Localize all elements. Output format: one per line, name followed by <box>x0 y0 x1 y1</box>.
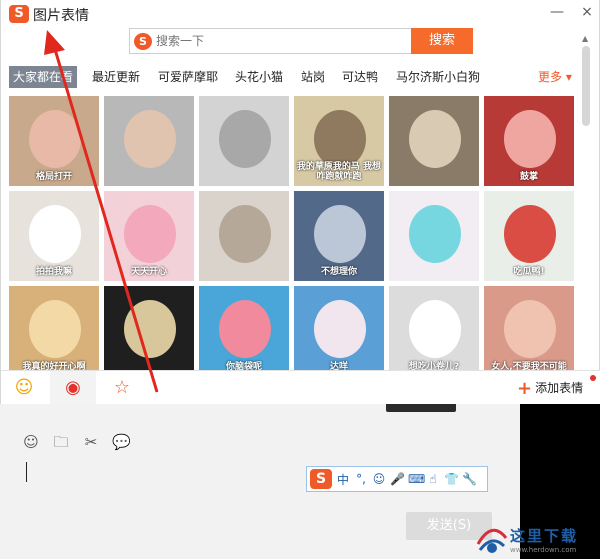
microphone-icon[interactable]: 🎤 <box>390 472 405 486</box>
tab-recent[interactable]: 最近更新 <box>92 66 140 88</box>
tab-maltese[interactable]: 马尔济斯小白狗 <box>396 66 480 88</box>
sticker-thumbnail[interactable]: 鼓掌 <box>484 96 574 186</box>
sticker-thumbnail[interactable]: 吃瓜鸭! <box>484 191 574 281</box>
sticker-grid: 格局打开 我的草原我的马 我想咋跑就咋跑鼓掌拍拍我嘛 天天开心 不想理你 吃瓜鸭! 我真的… <box>9 96 579 376</box>
sticker-figure <box>219 110 271 168</box>
sticker-figure <box>29 205 81 263</box>
sticker-figure <box>124 300 176 358</box>
sticker-tab-icon[interactable]: ◉ <box>50 371 96 405</box>
emoji-icon[interactable]: ☺ <box>372 472 386 486</box>
watermark-logo-icon <box>474 524 510 556</box>
sticker-thumbnail[interactable] <box>199 96 289 186</box>
sticker-thumbnail[interactable] <box>104 286 194 376</box>
sogou-logo-icon[interactable]: S <box>310 469 332 489</box>
sticker-thumbnail[interactable]: 格局打开 <box>9 96 99 186</box>
tab-flower-cat[interactable]: 头花小猫 <box>235 66 283 88</box>
sticker-thumbnail[interactable] <box>389 191 479 281</box>
add-sticker-button[interactable]: + 添加表情 <box>517 371 583 405</box>
chat-bubble-icon[interactable]: 💬 <box>112 433 131 451</box>
tab-guard[interactable]: 站岗 <box>301 66 325 88</box>
sticker-caption: 天天开心 <box>130 267 167 277</box>
keyboard-icon[interactable]: ⌨ <box>408 472 425 486</box>
wrench-icon[interactable]: 🔧 <box>462 472 477 486</box>
sticker-thumbnail[interactable]: 拍拍我嘛 <box>9 191 99 281</box>
emoji-tab-icon[interactable]: ☺ <box>1 371 47 405</box>
plus-icon: + <box>517 378 533 399</box>
favorites-star-icon[interactable]: ☆ <box>99 371 145 405</box>
sticker-thumbnail[interactable] <box>389 96 479 186</box>
sticker-figure <box>314 110 366 168</box>
text-cursor <box>26 462 27 482</box>
sticker-figure <box>409 205 461 263</box>
notification-dot <box>590 375 596 381</box>
window-title: 图片表情 <box>33 8 89 24</box>
sticker-thumbnail[interactable]: 达咩 <box>294 286 384 376</box>
sticker-thumbnail[interactable]: 我的草原我的马 我想咋跑就咋跑 <box>294 96 384 186</box>
sticker-figure <box>29 300 81 358</box>
sticker-figure <box>314 205 366 263</box>
category-tabs: 大家都在看 最近更新 可爱萨摩耶 头花小猫 站岗 可达鸭 马尔济斯小白狗 更多 … <box>9 66 579 88</box>
sticker-figure <box>504 205 556 263</box>
sticker-figure <box>409 300 461 358</box>
skin-icon[interactable]: 👕 <box>444 472 459 486</box>
sticker-caption: 吃瓜鸭! <box>513 267 545 277</box>
sticker-thumbnail[interactable]: 我真的好开心啊 <box>9 286 99 376</box>
watermark: 这里下载 www.herdown.com <box>474 520 600 559</box>
tab-psyduck[interactable]: 可达鸭 <box>342 66 378 88</box>
sticker-figure <box>124 110 176 168</box>
background-region <box>520 400 600 520</box>
tab-samoyed[interactable]: 可爱萨摩耶 <box>158 66 218 88</box>
search-box: S <box>129 28 411 54</box>
bottom-bar: ☺ ◉ ☆ + 添加表情 <box>1 370 600 405</box>
close-button[interactable]: × <box>579 4 595 20</box>
sticker-caption: 拍拍我嘛 <box>35 267 72 277</box>
sticker-figure <box>314 300 366 358</box>
more-button[interactable]: 更多 ▾ <box>538 66 572 88</box>
sticker-thumbnail[interactable] <box>104 96 194 186</box>
folder-icon[interactable]: 🗀 <box>52 433 70 451</box>
punctuation-toggle[interactable]: °, <box>354 472 368 486</box>
scissors-icon[interactable]: ✂ <box>82 433 100 451</box>
tab-trending[interactable]: 大家都在看 <box>9 66 78 88</box>
sticker-caption: 格局打开 <box>35 172 72 182</box>
minimize-button[interactable]: — <box>549 4 565 20</box>
sticker-panel: S 图片表情 — × S 搜索 大家都在看 最近更新 可爱萨摩耶 头花小猫 站岗… <box>0 0 600 405</box>
search-button[interactable]: 搜索 <box>411 28 473 54</box>
add-sticker-label: 添加表情 <box>535 381 584 395</box>
ime-toolbar: S 中 °, ☺ 🎤 ⌨ ☝ 👕 🔧 <box>306 466 488 492</box>
gesture-icon[interactable]: ☝ <box>426 472 440 486</box>
sticker-figure <box>504 110 556 168</box>
search-input[interactable] <box>156 32 406 50</box>
scroll-thumb[interactable] <box>582 46 590 126</box>
sticker-figure <box>219 300 271 358</box>
watermark-text: 这里下载 <box>510 527 579 545</box>
sticker-caption: 我的草原我的马 我想咋跑就咋跑 <box>296 162 382 182</box>
scrollbar[interactable]: ▲ <box>582 34 590 366</box>
sticker-thumbnail[interactable]: 想吃小卷儿? <box>389 286 479 376</box>
scroll-up-icon[interactable]: ▲ <box>582 34 588 43</box>
sticker-caption: 不想理你 <box>320 267 357 277</box>
chinese-mode-toggle[interactable]: 中 <box>336 471 350 488</box>
sticker-thumbnail[interactable] <box>199 191 289 281</box>
sticker-thumbnail[interactable]: 你脑袋呢 <box>199 286 289 376</box>
sticker-figure <box>124 205 176 263</box>
sticker-figure <box>504 300 556 358</box>
sticker-figure <box>29 110 81 168</box>
sticker-thumbnail[interactable]: 天天开心 <box>104 191 194 281</box>
sticker-thumbnail[interactable]: 不想理你 <box>294 191 384 281</box>
sticker-caption: 鼓掌 <box>519 172 538 182</box>
sticker-figure <box>219 205 271 263</box>
sticker-figure <box>409 110 461 168</box>
chat-toolbar: ☺ 🗀 ✂ 💬 <box>22 433 131 451</box>
watermark-url: www.herdown.com <box>510 546 577 554</box>
sogou-search-icon: S <box>134 33 152 50</box>
emoji-icon[interactable]: ☺ <box>22 433 40 451</box>
sticker-thumbnail[interactable]: 女人,不要我不可能 <box>484 286 574 376</box>
sogou-logo-icon: S <box>9 5 29 23</box>
title-bar: S 图片表情 — × <box>1 0 600 28</box>
